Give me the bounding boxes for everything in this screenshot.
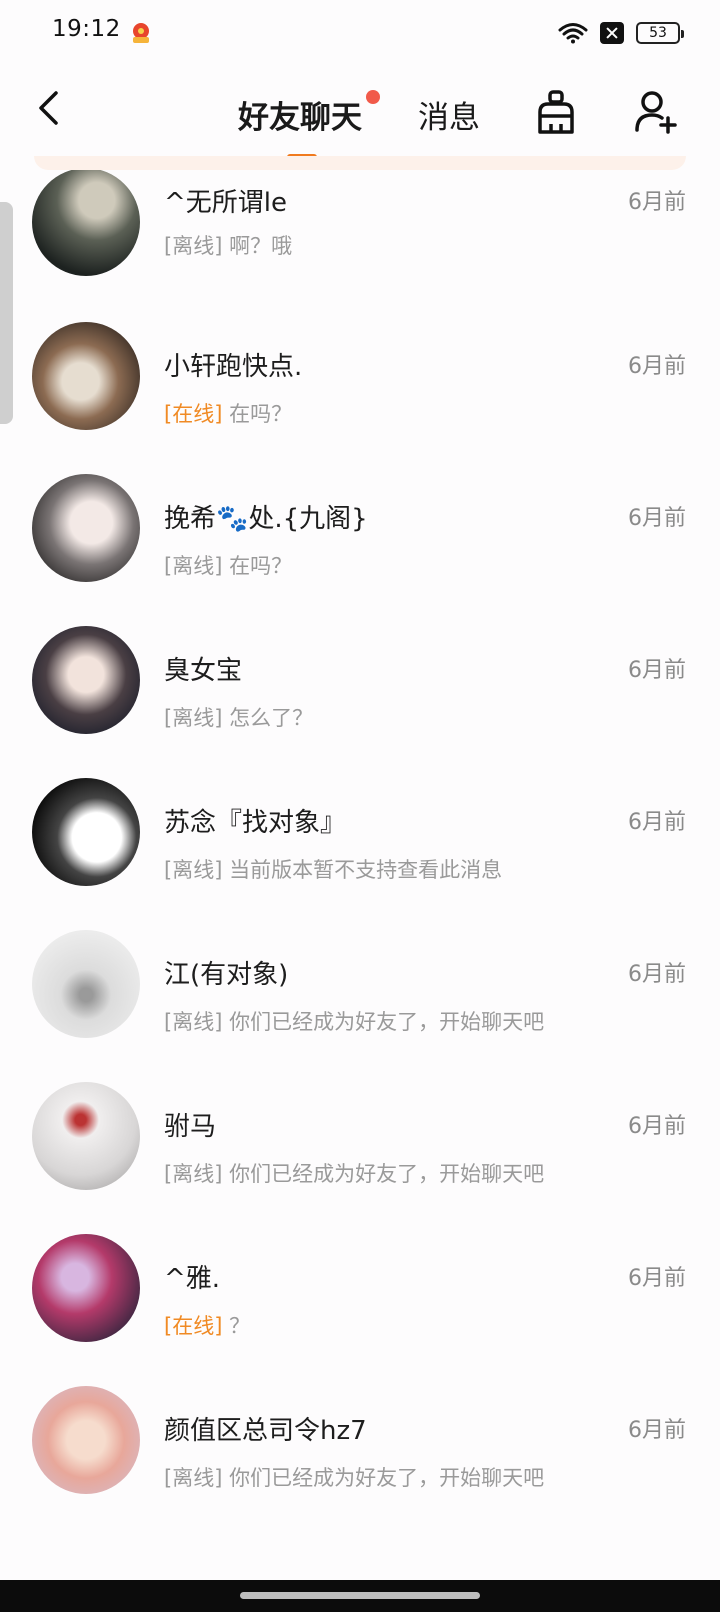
- avatar: [32, 322, 140, 430]
- chat-name: 臭女宝: [164, 656, 243, 686]
- chat-name: 苏念『找对象』: [164, 808, 347, 838]
- unread-dot: [366, 90, 380, 104]
- online-status: [在线]: [164, 1314, 223, 1338]
- avatar: [32, 778, 140, 886]
- online-status: [离线]: [164, 858, 223, 882]
- last-message: ？: [229, 1314, 251, 1338]
- status-bar: 19:12 53: [0, 0, 720, 64]
- status-icons: 53: [558, 20, 684, 46]
- avatar: [32, 1082, 140, 1190]
- online-status: [离线]: [164, 1010, 223, 1034]
- nav-bar: 好友聊天 消息: [0, 64, 720, 160]
- clean-broom-icon[interactable]: [534, 88, 578, 136]
- online-status: [离线]: [164, 1466, 223, 1490]
- chat-item[interactable]: 苏念『找对象』 6月前 [离线] 当前版本暂不支持查看此消息: [0, 778, 720, 934]
- chat-item[interactable]: 驸马 6月前 [离线] 你们已经成为好友了，开始聊天吧: [0, 1082, 720, 1238]
- avatar: [32, 1234, 140, 1342]
- chat-item[interactable]: ^无所谓le 6月前 [离线] 啊？哦: [0, 170, 720, 324]
- chat-preview: [离线] 怎么了？: [164, 702, 313, 732]
- avatar: [32, 626, 140, 734]
- online-status: [离线]: [164, 234, 223, 258]
- battery-level: 53: [649, 25, 667, 41]
- last-message: 在吗？: [229, 402, 293, 426]
- online-status: [离线]: [164, 1162, 223, 1186]
- online-status: [在线]: [164, 402, 223, 426]
- chat-item[interactable]: 挽希🐾处.{九阁} 6月前 [离线] 在吗？: [0, 474, 720, 630]
- home-indicator[interactable]: [240, 1592, 480, 1599]
- chat-preview: [在线] 在吗？: [164, 398, 292, 428]
- chat-item[interactable]: 江(有对象) 6月前 [离线] 你们已经成为好友了，开始聊天吧: [0, 930, 720, 1086]
- avatar: [32, 170, 140, 276]
- chat-preview: [离线] 啊？哦: [164, 230, 292, 260]
- chat-time: 6月前: [628, 810, 686, 835]
- chat-time: 6月前: [628, 354, 686, 379]
- chat-time: 6月前: [628, 1266, 686, 1291]
- wifi-icon: [558, 23, 588, 44]
- chat-time: 6月前: [628, 658, 686, 683]
- status-time: 19:12: [52, 16, 121, 42]
- tab-friends-chat[interactable]: 好友聊天: [238, 92, 362, 137]
- chat-item[interactable]: 颜值区总司令hz7 6月前 [离线] 你们已经成为好友了，开始聊天吧: [0, 1386, 720, 1542]
- chat-name: ^无所谓le: [164, 188, 288, 218]
- chat-name: ^雅.: [164, 1264, 221, 1294]
- chat-preview: [离线] 当前版本暂不支持查看此消息: [164, 854, 502, 884]
- avatar: [32, 1386, 140, 1494]
- online-status: [离线]: [164, 554, 223, 578]
- chat-preview: [离线] 你们已经成为好友了，开始聊天吧: [164, 1006, 544, 1036]
- last-message: 啊？哦: [229, 234, 293, 258]
- chat-preview: [离线] 你们已经成为好友了，开始聊天吧: [164, 1158, 544, 1188]
- header-divider: [34, 156, 686, 170]
- chat-item[interactable]: 臭女宝 6月前 [离线] 怎么了？: [0, 626, 720, 782]
- battery-icon: 53: [636, 22, 684, 44]
- back-icon[interactable]: [28, 86, 68, 130]
- scroll-handle[interactable]: [0, 202, 13, 424]
- app-notification-icon: [133, 23, 149, 43]
- chat-preview: [离线] 在吗？: [164, 550, 292, 580]
- last-message: 你们已经成为好友了，开始聊天吧: [229, 1162, 545, 1186]
- chat-name: 挽希🐾处.{九阁}: [164, 504, 368, 534]
- chat-time: 6月前: [628, 1418, 686, 1443]
- avatar: [32, 474, 140, 582]
- last-message: 怎么了？: [229, 706, 314, 730]
- online-status: [离线]: [164, 706, 223, 730]
- chat-preview: [离线] 你们已经成为好友了，开始聊天吧: [164, 1462, 544, 1492]
- chat-name: 驸马: [164, 1112, 217, 1142]
- chat-time: 6月前: [628, 506, 686, 531]
- add-friend-icon[interactable]: [634, 88, 678, 136]
- chat-name: 江(有对象): [164, 960, 289, 990]
- system-nav-bar: [0, 1580, 720, 1612]
- last-message: 你们已经成为好友了，开始聊天吧: [229, 1010, 545, 1034]
- chat-time: 6月前: [628, 1114, 686, 1139]
- chat-preview: [在线] ？: [164, 1310, 250, 1340]
- chat-name: 小轩跑快点.: [164, 352, 303, 382]
- chat-name: 颜值区总司令hz7: [164, 1416, 367, 1446]
- chat-time: 6月前: [628, 190, 686, 215]
- chat-time: 6月前: [628, 962, 686, 987]
- last-message: 在吗？: [229, 554, 293, 578]
- chat-item[interactable]: 小轩跑快点. 6月前 [在线] 在吗？: [0, 322, 720, 478]
- avatar: [32, 930, 140, 1038]
- last-message: 你们已经成为好友了，开始聊天吧: [229, 1466, 545, 1490]
- chat-list[interactable]: ^无所谓le 6月前 [离线] 啊？哦 小轩跑快点. 6月前 [在线] 在吗？ …: [0, 170, 720, 1580]
- chat-item[interactable]: ^雅. 6月前 [在线] ？: [0, 1234, 720, 1390]
- tab-messages[interactable]: 消息: [418, 92, 480, 137]
- last-message: 当前版本暂不支持查看此消息: [229, 858, 503, 882]
- no-sim-icon: [600, 22, 624, 44]
